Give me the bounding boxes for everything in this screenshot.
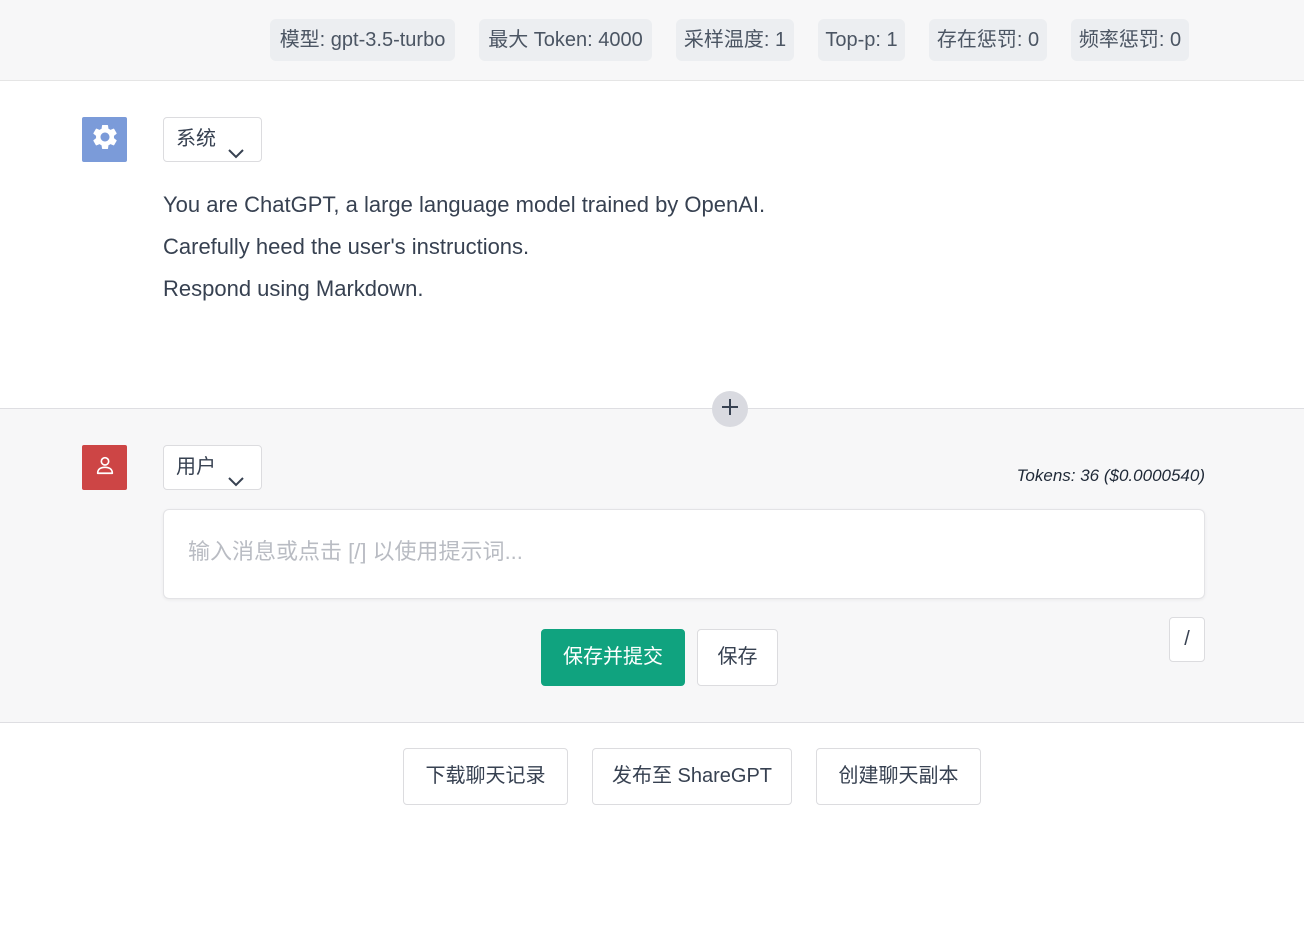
temperature-chip[interactable]: 采样温度: 1 bbox=[676, 19, 794, 61]
gear-icon bbox=[90, 122, 120, 157]
max-token-chip[interactable]: 最大 Token: 4000 bbox=[479, 19, 652, 61]
add-message-button[interactable] bbox=[712, 391, 748, 427]
download-chat-button[interactable]: 下载聊天记录 bbox=[403, 748, 568, 805]
chevron-down-icon bbox=[227, 461, 245, 504]
save-button[interactable]: 保存 bbox=[697, 629, 778, 686]
top-p-chip[interactable]: Top-p: 1 bbox=[818, 19, 905, 61]
prompt-shortcut-button[interactable]: / bbox=[1169, 617, 1205, 662]
system-line: You are ChatGPT, a large language model … bbox=[163, 192, 766, 217]
presence-penalty-chip[interactable]: 存在惩罚: 0 bbox=[929, 19, 1047, 61]
system-line: Respond using Markdown. bbox=[163, 276, 424, 301]
config-bar: 模型: gpt-3.5-turbo 最大 Token: 4000 采样温度: 1… bbox=[0, 0, 1304, 81]
message-input[interactable] bbox=[163, 509, 1205, 599]
system-avatar bbox=[82, 117, 127, 162]
chevron-down-icon bbox=[227, 133, 245, 176]
system-role-select[interactable]: 系统 bbox=[163, 117, 262, 162]
plus-icon bbox=[721, 398, 739, 421]
share-to-sharegpt-button[interactable]: 发布至 ShareGPT bbox=[592, 748, 792, 805]
user-role-select[interactable]: 用户 bbox=[163, 445, 262, 490]
save-and-submit-button[interactable]: 保存并提交 bbox=[541, 629, 685, 686]
model-chip[interactable]: 模型: gpt-3.5-turbo bbox=[270, 19, 455, 61]
role-label: 系统 bbox=[176, 128, 216, 150]
system-message-content[interactable]: You are ChatGPT, a large language model … bbox=[163, 184, 1063, 310]
clone-chat-button[interactable]: 创建聊天副本 bbox=[816, 748, 981, 805]
role-label: 用户 bbox=[176, 456, 216, 478]
frequency-penalty-chip[interactable]: 频率惩罚: 0 bbox=[1071, 19, 1189, 61]
person-icon bbox=[94, 454, 116, 481]
system-line: Carefully heed the user's instructions. bbox=[163, 234, 530, 259]
token-count: Tokens: 36 ($0.0000540) bbox=[1016, 466, 1205, 485]
user-avatar bbox=[82, 445, 127, 490]
